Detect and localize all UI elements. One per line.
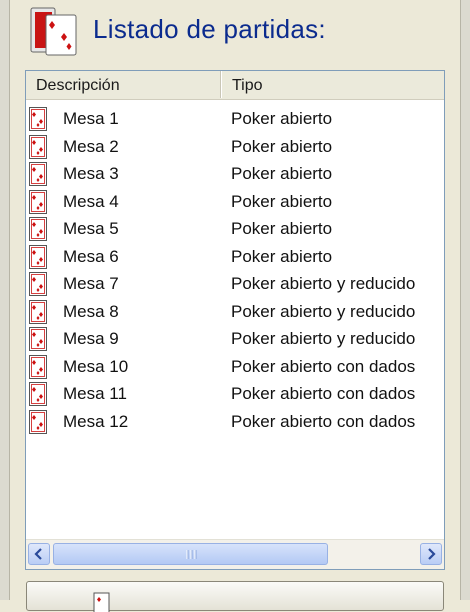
playing-card-icon <box>29 382 47 406</box>
playing-cards-icon <box>28 5 82 57</box>
horizontal-scrollbar[interactable] <box>26 539 444 569</box>
scrollbar-thumb[interactable] <box>53 543 328 565</box>
playing-card-icon <box>29 409 47 434</box>
row-type: Poker abierto <box>231 219 333 238</box>
row-description: Mesa 3 <box>63 164 119 183</box>
row-description: Mesa 5 <box>63 219 119 238</box>
playing-card-icon <box>29 107 47 131</box>
list-item[interactable]: Mesa 3 Poker abierto <box>26 160 444 188</box>
row-description: Mesa 6 <box>63 246 119 266</box>
list-item[interactable]: Mesa 10 Poker abierto con dados <box>26 353 444 381</box>
row-type: Poker abierto <box>231 164 333 183</box>
list-item[interactable]: Mesa 1 Poker abierto <box>26 105 444 133</box>
list-item[interactable]: Mesa 12 Poker abierto con dados <box>26 408 444 436</box>
playing-card-icon <box>29 189 47 214</box>
row-description: Mesa 9 <box>63 329 119 348</box>
row-type: Poker abierto con dados <box>231 356 416 376</box>
games-list[interactable]: Descripción Tipo Mesa 1 Poker abierto Me… <box>25 70 445 570</box>
playing-card-icon <box>29 272 47 296</box>
scroll-left-button[interactable] <box>28 543 50 565</box>
list-item[interactable]: Mesa 11 Poker abierto con dados <box>26 380 444 408</box>
row-type: Poker abierto y reducido <box>231 329 416 348</box>
row-type: Poker abierto <box>231 109 333 128</box>
row-description: Mesa 8 <box>63 301 119 321</box>
playing-card-icon <box>29 162 47 186</box>
row-description: Mesa 10 <box>63 356 129 376</box>
page-title: Listado de partidas: <box>93 14 326 44</box>
playing-card-icon <box>29 327 47 351</box>
row-description: Mesa 12 <box>63 411 129 431</box>
column-header-type[interactable]: Tipo <box>221 71 444 98</box>
row-description: Mesa 1 <box>63 109 119 128</box>
row-type: Poker abierto con dados <box>231 411 416 431</box>
window-frame-right <box>460 0 470 600</box>
column-header-description[interactable]: Descripción <box>26 71 221 98</box>
playing-card-icon <box>29 134 47 159</box>
list-item[interactable]: Mesa 6 Poker abierto <box>26 243 444 271</box>
grip-icon <box>186 550 197 559</box>
list-item[interactable]: Mesa 9 Poker abierto y reducido <box>26 325 444 353</box>
row-description: Mesa 7 <box>63 274 119 293</box>
playing-card-icon <box>29 354 47 379</box>
list-item[interactable]: Mesa 8 Poker abierto y reducido <box>26 298 444 326</box>
window-frame-left <box>0 0 10 600</box>
playing-card-icon <box>93 592 110 612</box>
row-type: Poker abierto <box>231 246 333 266</box>
list-item[interactable]: Mesa 4 Poker abierto <box>26 188 444 216</box>
row-description: Mesa 11 <box>63 384 127 403</box>
row-type: Poker abierto <box>231 136 333 156</box>
bottom-action-button[interactable] <box>26 581 444 612</box>
row-description: Mesa 4 <box>63 191 119 211</box>
row-type: Poker abierto <box>231 191 333 211</box>
playing-card-icon <box>29 244 47 269</box>
list-item[interactable]: Mesa 5 Poker abierto <box>26 215 444 243</box>
chevron-right-icon <box>428 548 436 560</box>
row-type: Poker abierto y reducido <box>231 301 416 321</box>
scroll-right-button[interactable] <box>420 543 442 565</box>
list-header: Descripción Tipo <box>26 71 444 100</box>
row-type: Poker abierto con dados <box>231 384 416 403</box>
row-type: Poker abierto y reducido <box>231 274 416 293</box>
list-item[interactable]: Mesa 2 Poker abierto <box>26 133 444 161</box>
list-rows: Mesa 1 Poker abierto Mesa 2 Poker abiert… <box>26 105 444 435</box>
row-description: Mesa 2 <box>63 136 119 156</box>
playing-card-icon <box>29 217 47 241</box>
playing-card-icon <box>29 299 47 324</box>
list-item[interactable]: Mesa 7 Poker abierto y reducido <box>26 270 444 298</box>
chevron-left-icon <box>34 548 42 560</box>
